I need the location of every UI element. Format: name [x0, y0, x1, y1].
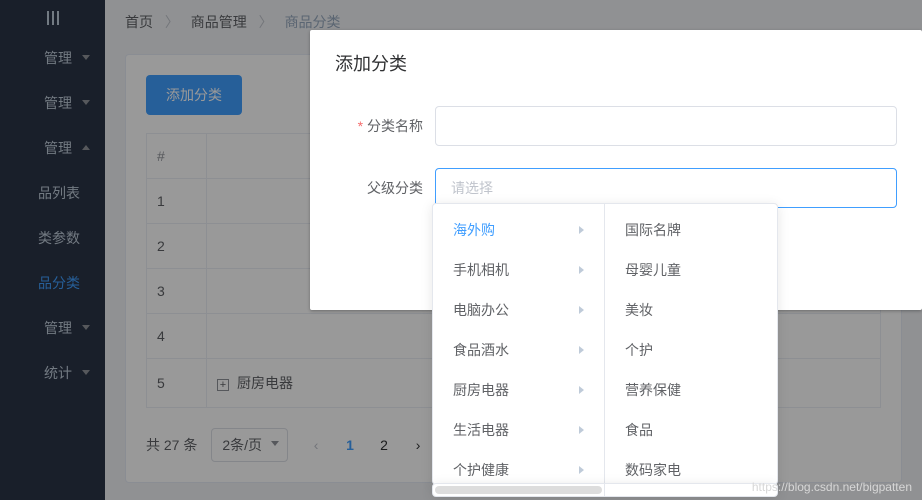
cascader-option[interactable]: 母婴儿童: [605, 250, 777, 290]
field-parent-label: 父级分类: [335, 178, 435, 198]
chevron-right-icon: [579, 266, 584, 274]
cascader-option[interactable]: 个护健康: [433, 450, 604, 484]
cascader-option[interactable]: 海外购: [433, 210, 604, 250]
dialog-title: 添加分类: [335, 50, 897, 76]
chevron-right-icon: [579, 386, 584, 394]
cascader-option[interactable]: 个护: [605, 330, 777, 370]
chevron-right-icon: [579, 346, 584, 354]
watermark: https://blog.csdn.net/bigpatten: [752, 480, 912, 494]
parent-category-cascader[interactable]: 请选择: [435, 168, 897, 208]
cascader-option[interactable]: 美妆: [605, 290, 777, 330]
chevron-right-icon: [579, 226, 584, 234]
cascader-option[interactable]: 国际名牌: [605, 210, 777, 250]
cascader-option[interactable]: 数码家电: [605, 450, 777, 484]
cascader-scrollbar[interactable]: [432, 483, 778, 497]
cascader-option[interactable]: 营养保健: [605, 370, 777, 410]
chevron-right-icon: [579, 306, 584, 314]
field-name-label: 分类名称: [335, 116, 435, 136]
cascader-option[interactable]: 生活电器: [433, 410, 604, 450]
chevron-right-icon: [579, 466, 584, 474]
cascader-option[interactable]: 厨房电器: [433, 370, 604, 410]
chevron-right-icon: [579, 426, 584, 434]
cascader-option[interactable]: 食品酒水: [433, 330, 604, 370]
cascader-option[interactable]: 食品: [605, 410, 777, 450]
cascader-option[interactable]: 手机相机: [433, 250, 604, 290]
cascader-dropdown: 海外购手机相机电脑办公食品酒水厨房电器生活电器个护健康烹饪厨具 国际名牌母婴儿童…: [432, 203, 778, 485]
category-name-input[interactable]: [435, 106, 897, 146]
cascader-option[interactable]: 电脑办公: [433, 290, 604, 330]
